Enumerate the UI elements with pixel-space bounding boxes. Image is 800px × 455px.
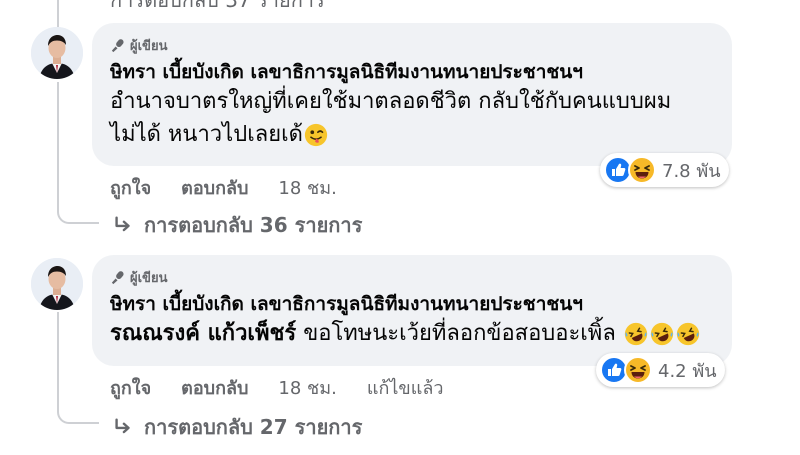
author-badge: ผู้เขียน (110, 35, 714, 55)
like-button[interactable]: ถูกใจ (110, 373, 151, 402)
comment-text-fragment: ขอโทษนะเว้ยที่ลอกข้อสอบอะเพิ้ล (296, 321, 623, 346)
reply-arrow-icon (112, 214, 134, 236)
author-badge-label: ผู้เขียน (130, 270, 168, 286)
comment-text-fragment: ไม่ได้ หนาวไปเลยเด้ (110, 122, 303, 147)
reply-button[interactable]: ตอบกลับ (181, 373, 248, 402)
rofl-emoji-icon (649, 321, 675, 347)
thread-line (57, 312, 59, 410)
comment-timestamp[interactable]: 18 ชม. (278, 373, 336, 402)
like-button[interactable]: ถูกใจ (110, 173, 151, 202)
comment-timestamp[interactable]: 18 ชม. (278, 173, 336, 202)
mention-link[interactable]: รณณรงค์ แก้วเพ็ชร์ (110, 321, 296, 346)
avatar-image (31, 258, 83, 310)
rofl-emoji-icon (675, 321, 701, 347)
reaction-summary[interactable]: 7.8 พัน (600, 153, 729, 187)
reply-button[interactable]: ตอบกลับ (181, 173, 248, 202)
comments-section: การตอบกลับ 37 รายการ ผู้เขียน ษิทรา เบี้… (0, 0, 800, 455)
microphone-icon (110, 270, 125, 285)
comment-actions: ถูกใจ ตอบกลับ 18 ชม. (110, 173, 337, 202)
reaction-summary[interactable]: 4.2 พัน (596, 353, 725, 387)
view-replies-link[interactable]: การตอบกลับ 36 รายการ (112, 209, 362, 241)
comment-author-name[interactable]: ษิทรา เบี้ยบังเกิด เลขาธิการมูลนิธิทีมงา… (110, 291, 714, 317)
avatar[interactable] (31, 27, 83, 79)
comment-text-line: อำนาจบาตรใหญ่ที่เคยใช้มาตลอดชีวิต กลับใช… (110, 89, 672, 114)
thread-branch (57, 208, 99, 224)
thread-line (57, 0, 59, 27)
comment-text-line: ไม่ได้ หนาวไปเลยเด้ (110, 118, 714, 151)
author-badge: ผู้เขียน (110, 267, 714, 287)
previous-replies-link-partial[interactable]: การตอบกลับ 37 รายการ (110, 0, 325, 16)
view-replies-label: การตอบกลับ 27 รายการ (144, 415, 363, 439)
thread-line (57, 82, 59, 210)
reaction-count: 7.8 พัน (662, 160, 721, 182)
view-replies-label: การตอบกลับ 36 รายการ (144, 213, 363, 237)
haha-reaction-icon (628, 156, 656, 184)
reply-arrow-icon (112, 416, 134, 438)
haha-reaction-icon (624, 356, 652, 384)
avatar-image (31, 27, 83, 79)
thread-branch (57, 408, 99, 424)
reaction-count: 4.2 พัน (658, 360, 717, 382)
avatar[interactable] (31, 258, 83, 310)
comment-text-line: รณณรงค์ แก้วเพ็ชร์ ขอโทษนะเว้ยที่ลอกข้อส… (110, 317, 714, 350)
microphone-icon (110, 38, 125, 53)
edited-indicator[interactable]: แก้ไขแล้ว (367, 373, 444, 402)
comment-bubble[interactable]: ผู้เขียน ษิทรา เบี้ยบังเกิด เลขาธิการมูล… (92, 23, 732, 166)
winking-tongue-emoji-icon (303, 122, 329, 148)
comment-bubble[interactable]: ผู้เขียน ษิทรา เบี้ยบังเกิด เลขาธิการมูล… (92, 255, 732, 366)
comment-actions: ถูกใจ ตอบกลับ 18 ชม. แก้ไขแล้ว (110, 373, 443, 402)
author-badge-label: ผู้เขียน (130, 38, 168, 54)
comment-author-name[interactable]: ษิทรา เบี้ยบังเกิด เลขาธิการมูลนิธิทีมงา… (110, 59, 714, 85)
rofl-emoji-icon (623, 321, 649, 347)
view-replies-link[interactable]: การตอบกลับ 27 รายการ (112, 411, 362, 443)
